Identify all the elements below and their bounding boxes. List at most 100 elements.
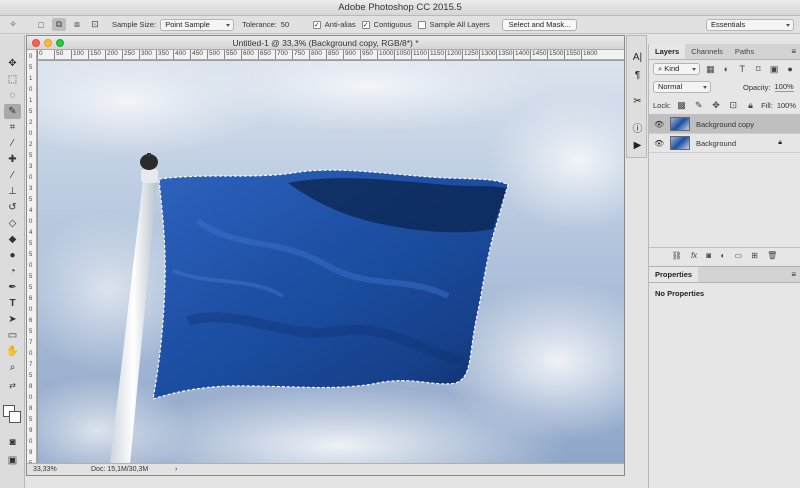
tolerance-input[interactable]: 50 (281, 20, 303, 29)
horizontal-ruler[interactable]: 0 50 100 150 200 250 300 350 400 450 500 550 600 650 7… (37, 50, 624, 60)
zoom-window-icon[interactable] (56, 39, 64, 47)
delete-layer-icon[interactable]: 🗑︎ (767, 251, 777, 260)
background-color-swatch[interactable] (9, 411, 21, 423)
ruler-tick-label: 700 (275, 50, 288, 59)
ruler-tick-label: 0 (29, 87, 33, 93)
marquee-tool-icon[interactable]: ⬚ (4, 72, 21, 87)
quick-mask-icon[interactable]: ◙ (4, 435, 21, 450)
lock-artboard-icon[interactable]: ⊡ (727, 99, 740, 112)
contiguous-checkbox[interactable]: ✓ (361, 20, 370, 29)
lock-all-icon[interactable]: 🔒︎ (744, 99, 757, 112)
dodge-tool-icon[interactable]: ◔ (4, 264, 21, 279)
actions-panel-icon[interactable]: ▶ (630, 138, 645, 153)
filter-toggle-icon[interactable]: ● (784, 63, 796, 76)
intersect-selection-icon[interactable]: ⊡ (88, 18, 102, 31)
new-layer-icon[interactable]: ⊞ (751, 251, 758, 260)
lock-image-icon[interactable]: ✎ (692, 99, 705, 112)
subtract-selection-icon[interactable]: ⧈ (70, 18, 84, 31)
character-panel-icon[interactable]: A| (630, 50, 645, 65)
history-brush-icon[interactable]: ↺ (4, 200, 21, 215)
filter-adjustment-icon[interactable]: ◐ (720, 63, 732, 76)
filter-pixel-icon[interactable]: ▦ (704, 63, 716, 76)
lock-transparent-icon[interactable]: ▩ (675, 99, 688, 112)
ruler-tick-label: 8 (29, 406, 33, 412)
workspace-select[interactable]: Essentials (706, 18, 794, 31)
clone-stamp-icon[interactable]: ⊥ (4, 184, 21, 199)
magic-wand-tool-icon[interactable]: ✎ (4, 104, 21, 119)
new-selection-icon[interactable]: □ (34, 18, 48, 31)
ruler-tick-label: 3 (29, 164, 33, 170)
sample-size-select[interactable]: Point Sample (160, 18, 235, 31)
anti-alias-checkbox[interactable]: ✓ (312, 20, 321, 29)
ruler-tick-label: 900 (343, 50, 356, 59)
ruler-tick-label: 1000 (377, 50, 393, 59)
paint-bucket-icon[interactable]: ◆ (4, 232, 21, 247)
layer-row[interactable]: 👁︎ Background copy (649, 115, 800, 134)
hand-tool-icon[interactable]: ✋ (4, 344, 21, 359)
visibility-eye-icon[interactable]: 👁︎ (654, 139, 664, 148)
sample-all-layers-checkbox[interactable] (417, 20, 426, 29)
ruler-tick-label: 1150 (428, 50, 444, 59)
rectangle-tool-icon[interactable]: ▭ (4, 328, 21, 343)
tab-properties[interactable]: Properties (649, 267, 699, 282)
layer-row[interactable]: 👁︎ Background 🔒︎ (649, 134, 800, 153)
healing-brush-icon[interactable]: ✚ (4, 152, 21, 167)
link-layers-icon[interactable]: ⛓ (672, 251, 682, 260)
vertical-ruler[interactable]: 05101520253035404550556065707580859095 (27, 50, 37, 467)
tab-layers[interactable]: Layers (649, 44, 686, 59)
tool-presets-icon[interactable]: ✂ (630, 94, 645, 109)
filter-type-icon[interactable]: T (736, 63, 748, 76)
image-canvas[interactable] (38, 61, 624, 464)
blend-mode-select[interactable]: Normal (653, 81, 711, 93)
ruler-tick-label: 600 (241, 50, 254, 59)
ruler-tick-label: 1100 (411, 50, 427, 59)
properties-menu-icon[interactable]: ≡ (791, 270, 796, 279)
tab-paths[interactable]: Paths (729, 44, 760, 59)
info-panel-icon[interactable]: ⓘ (630, 120, 645, 135)
move-tool-icon[interactable]: ✥ (4, 56, 21, 71)
pen-tool-icon[interactable]: ✒ (4, 280, 21, 295)
document-size[interactable]: Doc: 15,1M/30,3M (91, 464, 148, 476)
eyedropper-tool-icon[interactable]: ⁄ (4, 136, 21, 151)
add-to-selection-icon[interactable]: ⧉ (52, 18, 66, 31)
layer-style-icon[interactable]: fx (691, 251, 697, 260)
filter-smart-object-icon[interactable]: ▣ (768, 63, 780, 76)
crop-tool-icon[interactable]: ⌗ (4, 120, 21, 135)
tab-channels[interactable]: Channels (685, 44, 729, 59)
screen-mode-icon[interactable]: ▣ (4, 453, 21, 468)
document-statusbar: 33,33% Doc: 15,1M/30,3M › (27, 463, 624, 475)
lock-position-icon[interactable]: ✥ (709, 99, 722, 112)
select-and-mask-button[interactable]: Select and Mask... (501, 18, 578, 31)
magic-wand-preset-icon[interactable]: ✧ (6, 18, 20, 31)
lasso-tool-icon[interactable]: ◌ (4, 88, 21, 103)
eraser-tool-icon[interactable]: ◇ (4, 216, 21, 231)
type-tool-icon[interactable]: T (4, 296, 21, 311)
brush-tool-icon[interactable]: ∕ (4, 168, 21, 183)
add-mask-icon[interactable]: ◙ (706, 251, 711, 260)
ruler-tick-label: 2 (29, 142, 33, 148)
fill-input[interactable]: 100% (777, 101, 796, 110)
document-titlebar: Untitled-1 @ 33,3% (Background copy, RGB… (27, 36, 624, 50)
panel-menu-icon[interactable]: ≡ (791, 47, 796, 56)
paragraph-panel-icon[interactable]: ¶ (630, 68, 645, 83)
path-selection-icon[interactable]: ➤ (4, 312, 21, 327)
blur-tool-icon[interactable]: ● (4, 248, 21, 263)
filter-shape-icon[interactable]: ⌑ (752, 63, 764, 76)
layer-filter-select[interactable]: ⌕ Kind (653, 63, 701, 75)
ruler-tick-label: 3 (29, 186, 33, 192)
zoom-level[interactable]: 33,33% (33, 464, 57, 476)
close-window-icon[interactable] (32, 39, 40, 47)
new-group-icon[interactable]: ▭ (734, 251, 742, 260)
swap-colors-icon[interactable]: ⇄ (4, 378, 21, 393)
opacity-input[interactable]: 100% (774, 82, 794, 92)
fill-label: Fill: (761, 100, 773, 110)
layer-name: Background (696, 138, 737, 148)
window-title: Adobe Photoshop CC 2015.5 (338, 2, 462, 13)
ruler-tick-label: 5 (29, 153, 33, 159)
visibility-eye-icon[interactable]: 👁︎ (654, 120, 664, 129)
ruler-tick-label: 5 (29, 109, 33, 115)
adjustment-layer-icon[interactable]: ◐ (720, 251, 725, 260)
zoom-tool-icon[interactable]: ⌕ (4, 360, 21, 375)
status-menu-arrow-icon[interactable]: › (175, 464, 177, 476)
minimize-window-icon[interactable] (44, 39, 52, 47)
